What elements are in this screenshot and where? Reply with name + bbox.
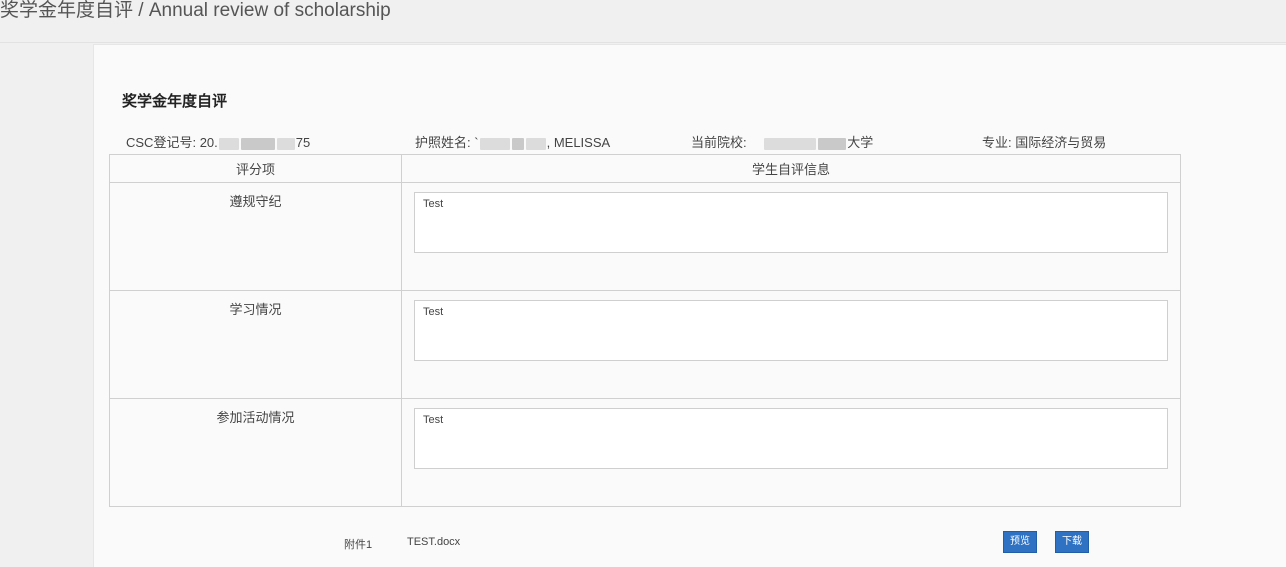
passport-name-info: 护照姓名: ` , MELISSA [415,132,610,151]
attachment-row: 附件1 TEST.docx 预览 下载 [94,531,1286,556]
download-button[interactable]: 下载 [1055,531,1089,553]
csc-number-suffix: 75 [295,135,311,150]
redaction-block [818,137,847,150]
redaction-block [218,137,239,150]
passport-name-prefix: ` [474,135,479,150]
self-review-table: 评分项 学生自评信息 遵规守纪 Test 学习情况 Test 参加活动情况 Te… [109,154,1181,507]
redaction-block [511,137,524,150]
redaction-block [240,137,275,150]
attachment-filename[interactable]: TEST.docx [407,536,460,548]
redaction-block [764,137,817,150]
table-row: 参加活动情况 Test [109,398,1181,507]
redaction-block [276,137,295,150]
answer-textarea[interactable]: Test [414,408,1168,469]
header-divider [0,42,1286,43]
school-suffix: 大学 [847,135,874,150]
answer-textarea[interactable]: Test [414,300,1168,361]
review-answer-cell: Test [401,182,1181,291]
school-label: 当前院校: [691,135,747,150]
student-info-row: CSC登记号: 20. 75 护照姓名: `, MELISSA 当前院校: 大学 … [94,132,1286,152]
review-answer-cell: Test [401,398,1181,507]
column-header-item: 评分项 [109,154,402,183]
passport-name-suffix: , MELISSA [546,135,611,150]
review-answer-cell: Test [401,290,1181,399]
review-item-label: 参加活动情况 [109,398,402,507]
review-item-label: 遵规守纪 [109,182,402,291]
redaction-block [479,137,510,150]
page-title: 奖学金年度自评 / Annual review of scholarship [0,0,391,21]
panel-title: 奖学金年度自评 [122,93,228,110]
answer-textarea[interactable]: Test [414,192,1168,253]
passport-name-label: 护照姓名: [415,135,471,150]
column-header-answer: 学生自评信息 [401,154,1181,183]
review-item-label: 学习情况 [109,290,402,399]
major-value: 国际经济与贸易 [1015,135,1107,150]
csc-number-info: CSC登记号: 20. 75 [126,132,310,151]
csc-number-label: CSC登记号: [126,135,197,150]
table-row: 遵规守纪 Test [109,182,1181,291]
attachment-label: 附件1 [344,539,373,551]
review-panel: 奖学金年度自评 CSC登记号: 20. 75 护照姓名: ` , MELISSA 当… [93,44,1286,567]
redaction-block [525,137,546,150]
school-info: 当前院校: 大学 [691,132,873,151]
csc-number-prefix: 20. [199,135,218,150]
major-label: 专业: [982,135,1012,150]
table-row: 学习情况 Test [109,290,1181,399]
preview-button[interactable]: 预览 [1003,531,1037,553]
table-header-row: 评分项 学生自评信息 [109,154,1181,183]
major-info: 专业: 国际经济与贸易 [982,132,1106,151]
